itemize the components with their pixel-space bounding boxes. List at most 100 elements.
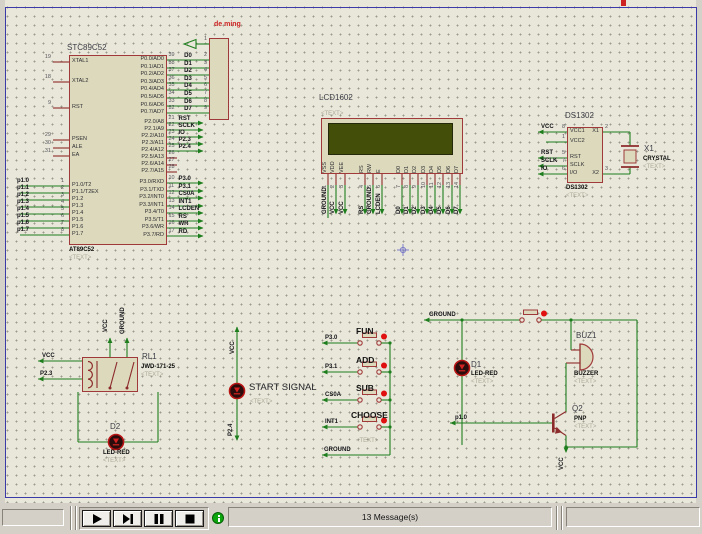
step-button[interactable] <box>113 510 142 527</box>
schematic-canvas[interactable]: 19XTAL118XTAL29RST29PSEN30ALE31EAp1.01P1… <box>0 0 702 503</box>
pin-name: P2.5/A13 <box>100 155 164 161</box>
pin-number: 26 <box>169 151 175 157</box>
pin-number: 27 <box>169 158 175 164</box>
net-label: GROUND <box>324 447 351 453</box>
pin-number: 11 <box>430 177 436 188</box>
pin-name: EA <box>72 153 79 159</box>
pin-number: 6 <box>46 214 64 220</box>
pin-number: 9 <box>196 106 207 112</box>
play-button[interactable] <box>82 510 111 527</box>
button-actuator[interactable] <box>381 334 387 340</box>
net-label: D2 <box>412 190 418 214</box>
led-d1[interactable] <box>455 361 470 376</box>
pin-number: 31 <box>38 149 51 155</box>
pin-number: 19 <box>38 55 51 61</box>
pin-name: P3.5/T1 <box>100 218 164 224</box>
transistor-symbol[interactable] <box>552 414 555 433</box>
pin-number: 2 <box>46 186 64 192</box>
pin-number: 34 <box>169 91 175 97</box>
d1-value: LED-RED <box>471 371 498 377</box>
pin-number: 38 <box>169 61 175 67</box>
lcd-pin-name: E <box>377 157 383 173</box>
pin-number: 24 <box>169 137 175 143</box>
pin-number: 14 <box>169 206 175 212</box>
pin-number: 12 <box>169 191 175 197</box>
toolbar-divider <box>70 506 72 530</box>
net-label: VCC <box>541 124 554 130</box>
pin-name: P2.2/A10 <box>100 134 164 140</box>
pin-name: P2.7/A15 <box>100 169 164 175</box>
pin-number: 7 <box>556 159 565 165</box>
net-label: INT1 <box>325 419 338 425</box>
pin-name: P1.2 <box>72 197 83 203</box>
net-label: GROUND <box>429 312 456 318</box>
buzzer-text-placeholder: <TEXT> <box>574 379 596 385</box>
button-actuator[interactable] <box>381 363 387 369</box>
pin-name: P2.1/A9 <box>100 127 164 133</box>
pin-name: P0.1/AD1 <box>100 65 164 71</box>
button-label: CHOOSE <box>351 411 388 420</box>
net-label: RS <box>359 190 365 214</box>
pin-number: 10 <box>169 176 175 182</box>
pin-name: P1.1/T2EX <box>72 190 99 196</box>
pin-name: P3.4/T0 <box>100 210 164 216</box>
stop-button[interactable] <box>175 510 204 527</box>
status-panel <box>566 507 700 527</box>
pin-number: 1 <box>46 179 64 185</box>
net-label: D6 <box>446 190 452 214</box>
led-d2[interactable] <box>109 435 124 450</box>
pin-number: 22 <box>169 123 175 129</box>
pin-name: P0.3/AD3 <box>100 80 164 86</box>
buzzer-symbol[interactable] <box>580 344 593 370</box>
info-icon[interactable] <box>212 512 224 524</box>
net-label: D3 <box>421 190 427 214</box>
pin-number: 7 <box>46 221 64 227</box>
net-label: LCDEN <box>179 206 200 212</box>
pin-number: 39 <box>169 53 175 59</box>
pin-name: P2.0/A8 <box>100 120 164 126</box>
net-label: VCC <box>103 316 109 332</box>
net-label: p1.1 <box>17 185 29 191</box>
text-placeholder: <TEXT> <box>250 399 272 405</box>
net-label: D0 <box>396 190 402 214</box>
net-label: D5 <box>180 91 196 97</box>
net-label: p1.0 <box>17 178 29 184</box>
net-label: IO <box>541 166 547 172</box>
lcd-pin-name: RS <box>360 157 366 173</box>
pin-number: 2 <box>331 177 337 188</box>
bottom-toolbar: 13 Message(s) <box>0 503 702 534</box>
proteus-window: 19XTAL118XTAL29RST29PSEN30ALE31EAp1.01P1… <box>0 0 702 534</box>
net-label: D2 <box>180 68 196 74</box>
pin-name: P3.2/INT0 <box>100 195 164 201</box>
message-panel[interactable]: 13 Message(s) <box>228 507 552 527</box>
button-actuator[interactable] <box>541 311 547 317</box>
canvas-right-margin <box>696 0 702 503</box>
net-label: RST <box>179 116 191 122</box>
transistor-ref: Q2 <box>572 405 583 413</box>
pin-number: 8 <box>46 228 64 234</box>
button-actuator[interactable] <box>381 391 387 397</box>
mcu-ref: STC89C52 <box>67 44 107 52</box>
lcd-pin-name: D6 <box>447 157 453 173</box>
buzzer-value: BUZZER <box>574 371 598 377</box>
start-signal-led[interactable] <box>230 384 245 399</box>
pin-number: 4 <box>360 177 366 188</box>
pin-number: 11 <box>169 184 175 190</box>
buzzer-ref: BUZ1 <box>576 332 596 340</box>
net-label: D4 <box>180 83 196 89</box>
net-label: D0 <box>180 53 196 59</box>
pause-button[interactable] <box>144 510 173 527</box>
pin-number: 9 <box>413 177 419 188</box>
pin-name: P3.1/TXD <box>100 188 164 194</box>
net-label: IO <box>179 130 185 136</box>
pin-number: 8 <box>196 99 207 105</box>
connector-label: de ming <box>214 21 241 28</box>
net-label: p1.5 <box>17 213 29 219</box>
pin-number: 6 <box>556 167 565 173</box>
net-label: GROUND <box>367 190 373 214</box>
pin-name: X1 <box>585 129 599 135</box>
pin-name: P0.7/AD7 <box>100 110 164 116</box>
net-label: GROUND <box>120 310 126 334</box>
pin-name: ALE <box>72 145 82 151</box>
pin-number: 13 <box>447 177 453 188</box>
